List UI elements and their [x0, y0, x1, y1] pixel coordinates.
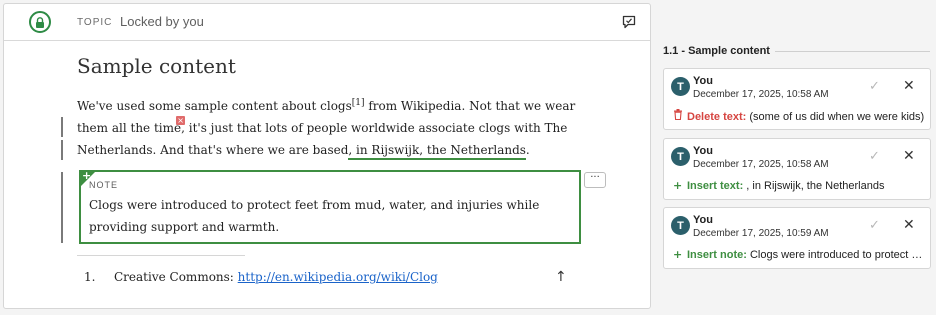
accept-check-icon[interactable]: ✓: [869, 149, 880, 164]
body-paragraph: We've used some sample content about clo…: [77, 92, 597, 161]
paragraph-text: .: [525, 143, 530, 157]
change-date: December 17, 2025, 10:58 AM: [693, 159, 829, 170]
change-bar: [61, 117, 63, 137]
change-date: December 17, 2025, 10:59 AM: [693, 228, 829, 239]
change-author: You: [693, 145, 713, 157]
change-bar: [61, 172, 63, 243]
inserted-note[interactable]: + NOTE Clogs were introduced to protect …: [79, 169, 581, 244]
accept-check-icon[interactable]: ✓: [869, 79, 880, 94]
trash-icon: [673, 109, 687, 123]
change-bar: [61, 140, 63, 160]
change-kind: Insert note:: [687, 249, 747, 261]
footnote-reference[interactable]: [1]: [352, 98, 365, 108]
reject-close-icon[interactable]: ✕: [903, 148, 915, 164]
note-label: NOTE: [89, 180, 119, 190]
change-summary: + Insert text: , in Rijswijk, the Netherl…: [673, 179, 925, 192]
plus-icon: +: [673, 179, 683, 192]
avatar: T: [671, 216, 690, 235]
accept-check-icon[interactable]: ✓: [869, 218, 880, 233]
lock-icon[interactable]: [29, 11, 51, 33]
change-detail: Clogs were introduced to protect feet fr…: [749, 249, 925, 261]
arrow-up-icon[interactable]: ↑: [555, 269, 567, 285]
change-summary: + Insert note: Clogs were introduced to p…: [673, 248, 925, 261]
change-detail: , in Rijswijk, the Netherlands: [743, 180, 885, 192]
avatar: T: [671, 77, 690, 96]
topic-label: TOPIC: [77, 17, 113, 28]
avatar: T: [671, 147, 690, 166]
change-kind: Delete text:: [687, 111, 747, 123]
comment-icon[interactable]: [619, 12, 639, 32]
page-title: Sample content: [77, 54, 236, 78]
change-author: You: [693, 75, 713, 87]
footnote-divider: [77, 255, 245, 256]
editor-panel: TOPIC Locked by you Sample content We've…: [3, 3, 651, 309]
plus-icon: +: [673, 248, 683, 261]
reject-close-icon[interactable]: ✕: [903, 217, 915, 233]
footnote-text: Creative Commons:: [114, 270, 238, 284]
footnote-number: 1.: [84, 270, 96, 284]
change-date: December 17, 2025, 10:58 AM: [693, 89, 829, 100]
change-kind: Insert text:: [687, 180, 744, 192]
paragraph-text: We've used some sample content about clo…: [77, 99, 352, 113]
inserted-text[interactable]: , in Rijswijk, the Netherlands: [348, 143, 526, 160]
divider: [775, 51, 930, 52]
change-author: You: [693, 214, 713, 226]
delete-marker-icon[interactable]: ×: [176, 116, 186, 125]
review-section-title: 1.1 - Sample content: [663, 45, 770, 57]
more-options-button[interactable]: ···: [584, 172, 606, 188]
reject-close-icon[interactable]: ✕: [903, 78, 915, 94]
change-card[interactable]: T You December 17, 2025, 10:58 AM ✓ ✕ + I…: [663, 138, 931, 200]
footnote-item: 1. Creative Commons: http://en.wikipedia.…: [84, 270, 438, 284]
editor-topbar: TOPIC Locked by you: [4, 4, 650, 41]
change-detail: (some of us did when we were kids): [746, 111, 925, 123]
change-card[interactable]: T You December 17, 2025, 10:58 AM ✓ ✕ De…: [663, 68, 931, 130]
note-text: Clogs were introduced to protect feet fr…: [89, 198, 540, 234]
footnote-link[interactable]: http://en.wikipedia.org/wiki/Clog: [238, 270, 438, 284]
change-summary: Delete text: (some of us did when we wer…: [673, 109, 925, 123]
change-card[interactable]: T You December 17, 2025, 10:59 AM ✓ ✕ + I…: [663, 207, 931, 269]
lock-status: Locked by you: [120, 14, 204, 29]
